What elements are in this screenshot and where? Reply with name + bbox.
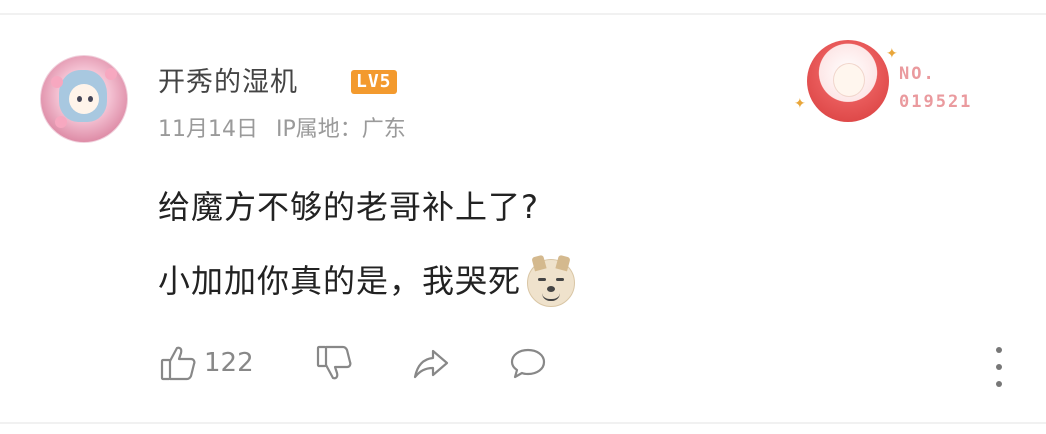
more-options-button[interactable]	[984, 345, 1014, 389]
bottom-divider	[0, 422, 1046, 424]
dislike-button[interactable]	[314, 340, 354, 386]
blossom-decoration	[51, 76, 63, 88]
dog-emoji-icon	[527, 254, 576, 307]
more-dot-icon	[996, 364, 1002, 370]
star-icon: ✦	[886, 46, 898, 62]
star-icon: ✦	[794, 96, 806, 112]
comment-card: 开秀的湿机 LV5 11月14日 IP属地：广东 ✦ ✦ NO. 019521 给…	[0, 0, 1046, 434]
avatar-face	[69, 84, 99, 114]
user-avatar[interactable]	[40, 55, 128, 143]
like-button[interactable]: 122	[158, 340, 254, 386]
more-dot-icon	[996, 347, 1002, 353]
comment-text-line-2-content: 小加加你真的是，我哭死	[158, 262, 522, 300]
share-arrow-icon	[413, 349, 449, 379]
fan-badge-label: NO.	[899, 64, 936, 84]
blossom-decoration	[55, 116, 67, 128]
comment-text-line-1: 给魔方不够的老哥补上了?	[158, 188, 539, 226]
fan-badge-face	[833, 63, 865, 97]
thumbs-up-icon	[160, 346, 196, 381]
avatar-eye	[77, 96, 82, 102]
reply-button[interactable]	[508, 340, 548, 386]
username[interactable]: 开秀的湿机	[158, 64, 298, 102]
ip-location: IP属地：广东	[276, 117, 406, 142]
comment-bubble-icon	[510, 348, 546, 379]
more-dot-icon	[996, 381, 1002, 387]
share-button[interactable]	[411, 340, 451, 386]
comment-date: 11月14日	[158, 117, 258, 142]
fan-badge[interactable]: ✦ ✦ NO. 019521	[790, 36, 990, 126]
thumbs-down-icon	[316, 345, 352, 380]
comment-text-line-2: 小加加你真的是，我哭死	[158, 254, 576, 307]
level-badge: LV5	[351, 70, 397, 94]
like-count: 122	[204, 348, 254, 378]
fan-badge-number: 019521	[899, 92, 973, 112]
blossom-decoration	[105, 68, 117, 80]
avatar-eye	[88, 96, 93, 102]
comment-meta: 11月14日 IP属地：广东	[158, 113, 406, 147]
